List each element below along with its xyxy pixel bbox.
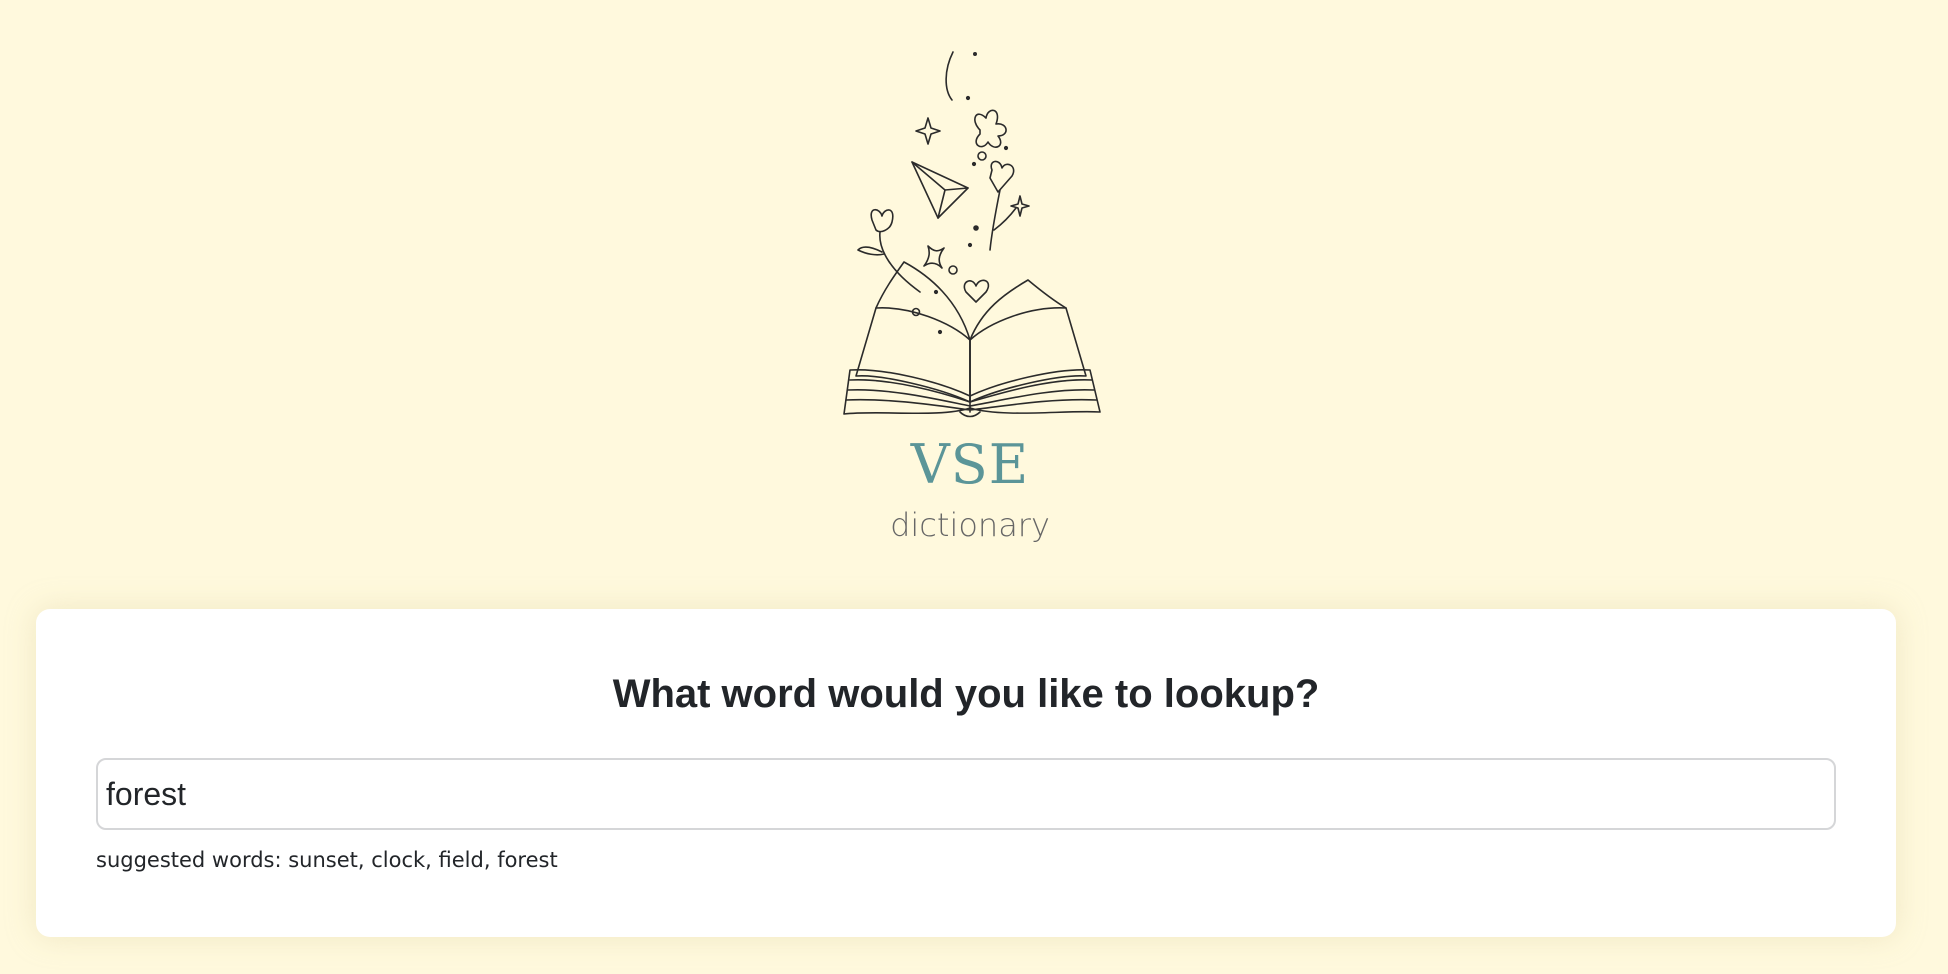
open-book-doodle-icon: [843, 51, 1101, 418]
suggested-words: suggested words: sunset, clock, field, f…: [96, 848, 558, 872]
lookup-card: What word would you like to lookup? sugg…: [36, 609, 1896, 937]
site-logo: VSE dictionary: [820, 40, 1120, 560]
logo-title: VSE: [910, 433, 1030, 496]
lookup-heading: What word would you like to lookup?: [612, 672, 1320, 716]
logo-subtitle: dictionary: [890, 506, 1050, 544]
word-search-input[interactable]: [96, 758, 1836, 830]
